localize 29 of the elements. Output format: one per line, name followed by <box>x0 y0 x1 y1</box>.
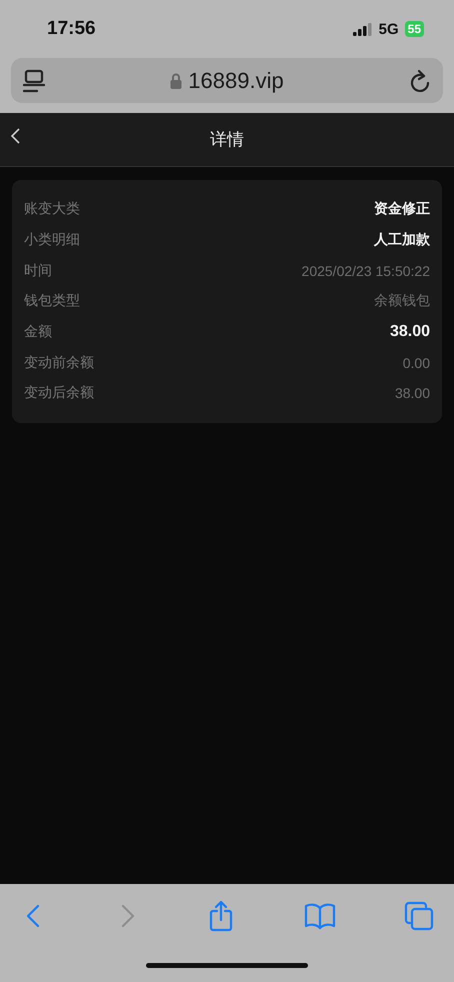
battery-level: 55 <box>404 21 424 37</box>
detail-value: 0.00 <box>402 354 430 371</box>
detail-label: 钱包类型 <box>24 292 80 310</box>
detail-value: 38.00 <box>390 323 430 342</box>
share-button[interactable] <box>207 900 235 932</box>
address-bar[interactable]: 16889.vip <box>11 58 443 103</box>
tabs-button[interactable] <box>404 901 434 931</box>
chevron-left-icon <box>10 127 22 145</box>
detail-value: 2025/02/23 15:50:22 <box>302 262 430 279</box>
bookmarks-button[interactable] <box>304 902 336 930</box>
detail-label: 变动前余额 <box>24 354 94 372</box>
detail-value: 38.00 <box>394 385 430 402</box>
reload-icon[interactable] <box>408 68 431 92</box>
network-type: 5G <box>378 20 399 38</box>
detail-value: 余额钱包 <box>374 292 430 310</box>
page-title: 详情 <box>210 129 244 151</box>
back-button[interactable] <box>10 127 22 145</box>
detail-label: 金额 <box>24 323 52 342</box>
detail-label: 时间 <box>24 262 52 280</box>
detail-label: 小类明细 <box>24 231 80 250</box>
url-text: 16889.vip <box>188 68 284 94</box>
detail-label: 变动后余额 <box>24 384 94 402</box>
signal-icon <box>352 22 373 36</box>
clock-time: 17:56 <box>47 18 96 40</box>
detail-value: 资金修正 <box>374 200 430 218</box>
detail-value: 人工加款 <box>374 231 430 250</box>
reader-icon[interactable] <box>23 68 45 92</box>
lock-icon <box>170 72 182 88</box>
detail-label: 账变大类 <box>24 200 80 218</box>
